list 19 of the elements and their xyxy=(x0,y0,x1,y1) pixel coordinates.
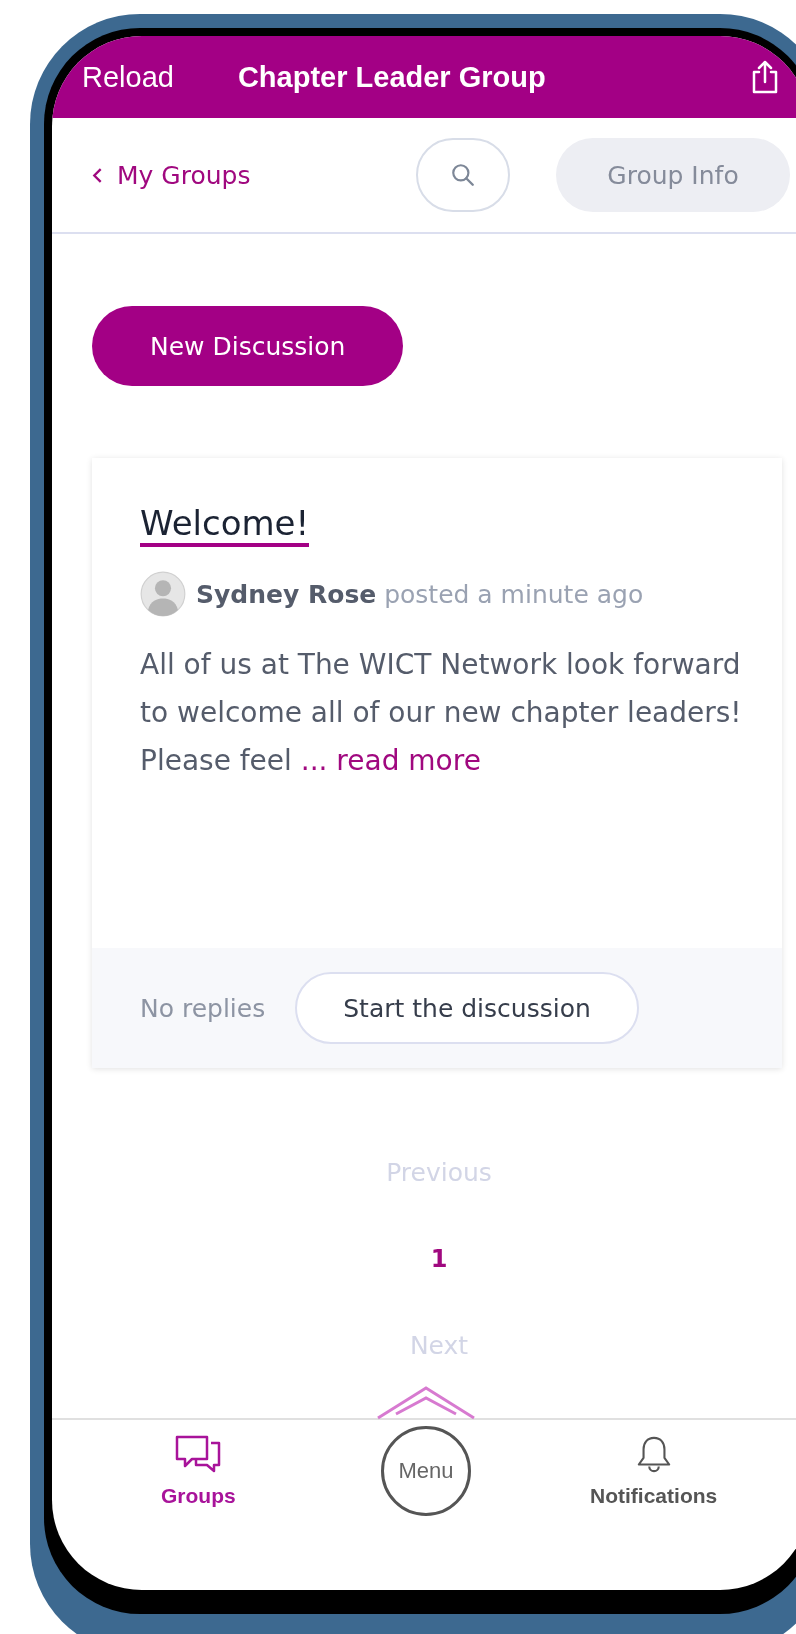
reload-link[interactable]: Reload xyxy=(82,60,174,94)
back-link[interactable]: My Groups xyxy=(92,160,416,190)
page-link[interactable]: 1 xyxy=(430,1245,448,1273)
menu-button[interactable]: Menu xyxy=(381,1426,471,1516)
discussion-title[interactable]: Welcome! xyxy=(140,504,310,548)
read-more-link[interactable]: ... read more xyxy=(300,744,481,778)
chevron-up-icon xyxy=(376,1384,476,1420)
discussion-excerpt: All of us at The WICT Network look forward to welcome all of our new chapter leaders! Please feel ... read more xyxy=(140,647,742,780)
window-title: Chapter Leader Group xyxy=(237,60,547,94)
avatar-icon xyxy=(140,571,186,618)
reply-count: No replies xyxy=(140,993,266,1023)
share-icon[interactable] xyxy=(750,60,780,94)
groups-tab[interactable]: Groups xyxy=(103,1420,294,1509)
new-discussion-button[interactable]: New Discussion xyxy=(92,306,404,386)
search-icon xyxy=(450,162,476,188)
notifications-tab[interactable]: Notifications xyxy=(558,1420,749,1509)
post-meta: Sydney Rose posted a minute ago xyxy=(196,579,644,609)
chevron-left-icon xyxy=(92,166,103,184)
start-discussion-button[interactable]: Start the discussion xyxy=(295,972,639,1044)
